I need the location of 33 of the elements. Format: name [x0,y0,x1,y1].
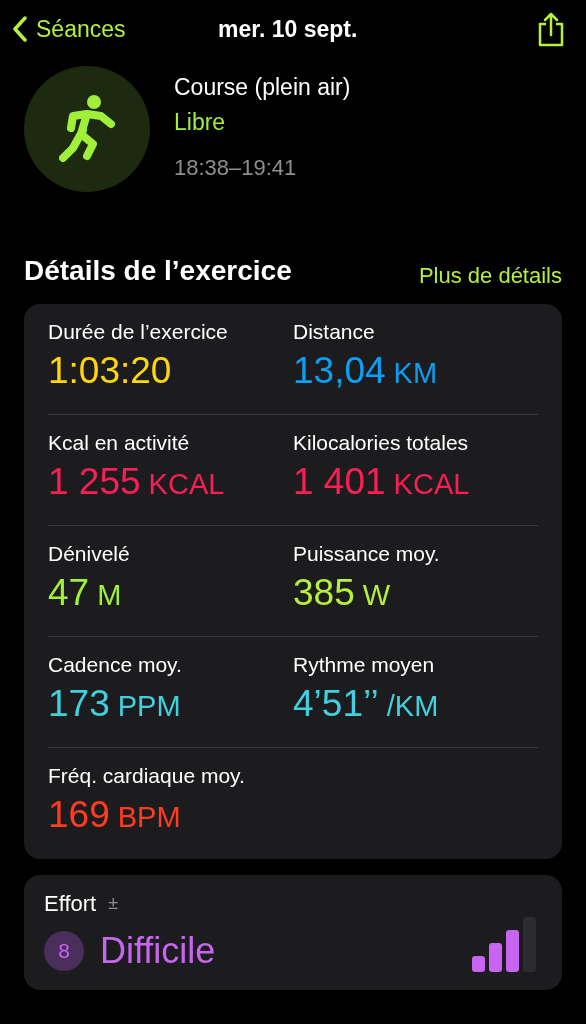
workout-type: Libre [174,107,227,137]
metric-value: 13,04 KM [293,348,439,393]
back-button[interactable]: Séances [12,11,126,47]
running-figure-icon [59,94,115,164]
section-title: Détails de l’exercice [24,254,292,288]
metric-label: Distance [293,319,376,345]
metric-label: Fréq. cardiaque moy. [48,763,246,789]
metric-label: Rythme moyen [293,652,436,678]
share-button[interactable] [536,11,566,47]
metric-label: Dénivelé [48,541,131,567]
metric-value: 173 PPM [48,681,182,726]
nav-title: mer. 10 sept. [218,15,358,44]
effort-rating: Difficile [100,929,216,973]
effort-label: Effort [44,890,97,918]
metric-label: Kcal en activité [48,430,191,456]
share-icon [536,11,566,47]
metric-value: 1 255 KCAL [48,459,226,504]
metric-label: Puissance moy. [293,541,441,567]
metric-value: 169 BPM [48,792,182,837]
more-details-link[interactable]: Plus de détails [418,259,562,292]
metric-label: Cadence moy. [48,652,183,678]
metric-label: Kilocalories totales [293,430,470,456]
plus-minus-icon: ± [108,890,119,917]
workout-time: 18:38–19:41 [174,154,298,182]
metric-value: 1:03:20 [48,348,173,393]
metric-value: 4’51’’ /KM [293,681,440,726]
chevron-left-icon [12,16,28,42]
effort-score: 8 [44,931,84,971]
metric-label: Durée de l’exercice [48,319,229,345]
metric-value: 1 401 KCAL [293,459,471,504]
workout-name: Course (plein air) [174,73,351,102]
metric-value: 385 W [293,570,392,615]
metric-value: 47 M [48,570,123,615]
